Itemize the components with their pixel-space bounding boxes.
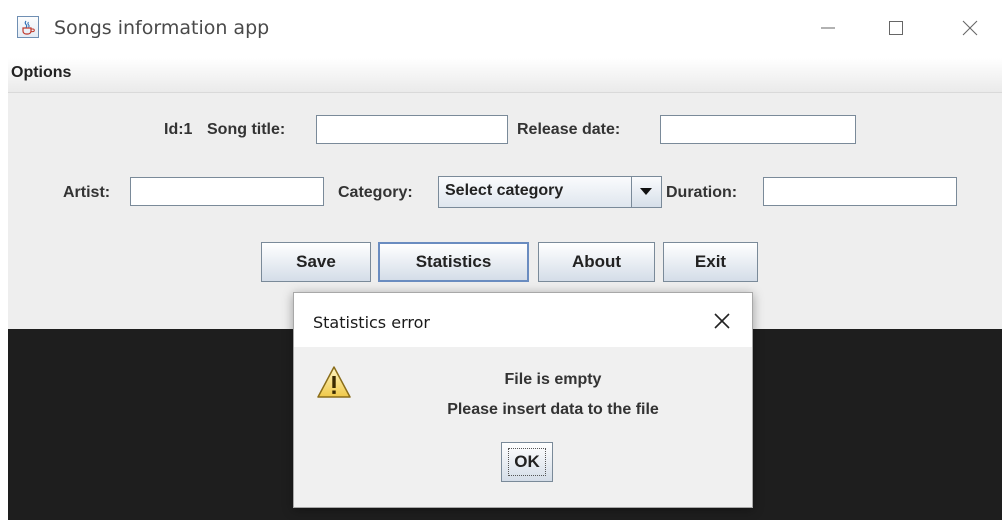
maximize-button[interactable] (873, 8, 919, 48)
window-close-button[interactable] (947, 8, 993, 48)
exit-button[interactable]: Exit (663, 242, 758, 282)
artist-label: Artist: (63, 184, 111, 201)
caret-down-icon (640, 188, 652, 195)
menu-bar: Options (8, 58, 1002, 93)
about-button[interactable]: About (538, 242, 655, 282)
save-button[interactable]: Save (261, 242, 371, 282)
java-cup-icon (17, 16, 39, 38)
minimize-icon (821, 27, 835, 29)
artist-input[interactable] (130, 177, 324, 206)
window-titlebar: Songs information app (0, 0, 1002, 58)
close-icon (962, 20, 978, 36)
close-icon (714, 313, 730, 329)
minimize-button[interactable] (805, 8, 851, 48)
release-date-label: Release date: (517, 121, 621, 138)
ok-button[interactable]: OK (501, 442, 553, 482)
release-date-input[interactable] (660, 115, 856, 144)
category-selected-value: Select category (445, 182, 564, 199)
song-title-label: Song title: (207, 121, 286, 138)
id-label: Id:1 (164, 121, 193, 138)
window-title: Songs information app (54, 17, 270, 39)
category-select[interactable]: Select category (438, 176, 662, 208)
dialog-message-line2: Please insert data to the file (447, 401, 659, 418)
dialog-close-button[interactable] (710, 309, 734, 333)
dialog-message-line1: File is empty (504, 371, 602, 388)
duration-label: Duration: (666, 184, 738, 201)
dialog-title: Statistics error (313, 313, 430, 332)
category-dropdown-button[interactable] (631, 177, 661, 207)
song-title-input[interactable] (316, 115, 508, 144)
dialog-titlebar: Statistics error (294, 293, 752, 347)
statistics-error-dialog: Statistics error File is empty Please in… (293, 292, 753, 508)
ok-button-label: OK (508, 448, 546, 476)
warning-icon (316, 365, 352, 403)
maximize-icon (889, 21, 903, 35)
menu-options[interactable]: Options (11, 64, 71, 82)
category-label: Category: (338, 184, 413, 201)
duration-input[interactable] (763, 177, 957, 206)
statistics-button[interactable]: Statistics (378, 242, 529, 282)
